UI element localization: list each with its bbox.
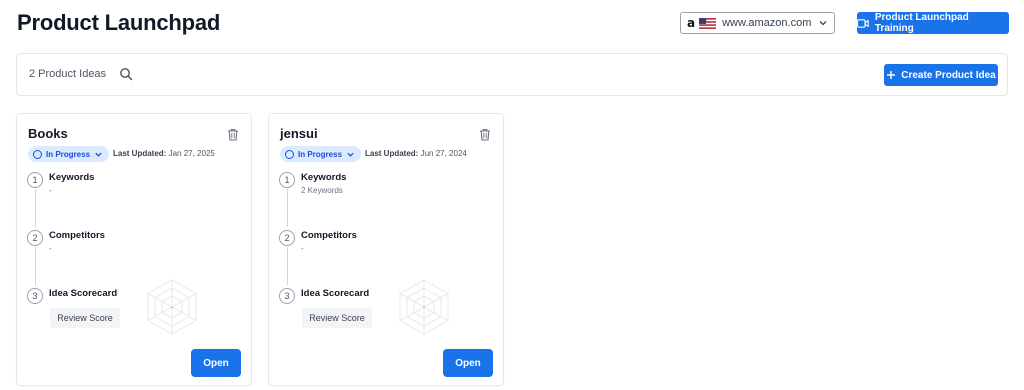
step-number: 1 bbox=[27, 172, 43, 188]
step-title-keywords: Keywords bbox=[301, 172, 347, 183]
video-camera-icon bbox=[857, 18, 869, 28]
marketplace-label: www.amazon.com bbox=[722, 17, 812, 29]
amazon-logo-icon: a bbox=[687, 16, 696, 30]
radar-chart-icon: - bbox=[147, 279, 197, 335]
step-title-scorecard: Idea Scorecard bbox=[49, 288, 118, 299]
last-updated-date: Jun 27, 2024 bbox=[420, 149, 467, 158]
last-updated-date: Jan 27, 2025 bbox=[168, 149, 215, 158]
status-circle-icon bbox=[33, 149, 42, 159]
search-icon[interactable] bbox=[119, 67, 133, 81]
plus-icon bbox=[887, 71, 896, 79]
chevron-down-icon bbox=[347, 152, 354, 157]
last-updated-label: Last Updated: bbox=[113, 149, 167, 158]
step-connector bbox=[35, 189, 36, 227]
trash-icon[interactable] bbox=[479, 128, 491, 141]
training-button[interactable]: Product Launchpad Training bbox=[857, 12, 1009, 34]
step-title-competitors: Competitors bbox=[301, 230, 357, 241]
status-dropdown[interactable]: In Progress bbox=[28, 146, 110, 162]
step-title-keywords: Keywords bbox=[49, 172, 95, 183]
last-updated: Last Updated: Jun 27, 2024 bbox=[365, 149, 467, 158]
status-dropdown[interactable]: In Progress bbox=[280, 146, 362, 162]
product-idea-card: jensui In Progress Last Updated: Jun 27,… bbox=[268, 113, 504, 386]
product-idea-card: Books In Progress Last Updated: Jan 27, … bbox=[16, 113, 252, 386]
step-connector bbox=[35, 247, 36, 285]
open-button[interactable]: Open bbox=[443, 349, 493, 377]
idea-count: 2 Product Ideas bbox=[29, 68, 107, 80]
step-connector bbox=[287, 247, 288, 285]
status-label: In Progress bbox=[46, 149, 91, 159]
open-button[interactable]: Open bbox=[191, 349, 241, 377]
us-flag-icon bbox=[699, 17, 717, 29]
create-button-label: Create Product Idea bbox=[901, 69, 996, 81]
radar-center-value: - bbox=[171, 305, 173, 311]
card-title: Books bbox=[28, 126, 68, 141]
step-number: 3 bbox=[27, 288, 43, 304]
chevron-down-icon bbox=[95, 152, 102, 157]
chevron-down-icon bbox=[819, 21, 827, 26]
step-title-competitors: Competitors bbox=[49, 230, 105, 241]
card-title: jensui bbox=[280, 126, 318, 141]
step-number: 2 bbox=[27, 230, 43, 246]
step-connector bbox=[287, 189, 288, 227]
step-sub-competitors: - bbox=[49, 244, 52, 253]
status-circle-icon bbox=[285, 149, 294, 159]
review-score-button[interactable]: Review Score bbox=[302, 308, 372, 328]
page-title: Product Launchpad bbox=[17, 10, 221, 35]
step-sub-keywords: 2 Keywords bbox=[301, 186, 343, 195]
step-number: 2 bbox=[279, 230, 295, 246]
radar-chart-icon: - bbox=[399, 279, 449, 335]
step-title-scorecard: Idea Scorecard bbox=[301, 288, 370, 299]
status-label: In Progress bbox=[298, 149, 343, 159]
review-score-button[interactable]: Review Score bbox=[50, 308, 120, 328]
step-number: 1 bbox=[279, 172, 295, 188]
last-updated: Last Updated: Jan 27, 2025 bbox=[113, 149, 215, 158]
step-number: 3 bbox=[279, 288, 295, 304]
ideas-toolbar: 2 Product Ideas Create Product Idea bbox=[16, 53, 1008, 96]
marketplace-select[interactable]: a www.amazon.com bbox=[680, 12, 835, 34]
radar-center-value: - bbox=[423, 305, 425, 311]
trash-icon[interactable] bbox=[227, 128, 239, 141]
create-product-idea-button[interactable]: Create Product Idea bbox=[884, 64, 998, 86]
last-updated-label: Last Updated: bbox=[365, 149, 419, 158]
step-sub-keywords: - bbox=[49, 186, 52, 195]
training-button-label: Product Launchpad Training bbox=[874, 12, 969, 34]
step-sub-competitors: - bbox=[301, 244, 304, 253]
